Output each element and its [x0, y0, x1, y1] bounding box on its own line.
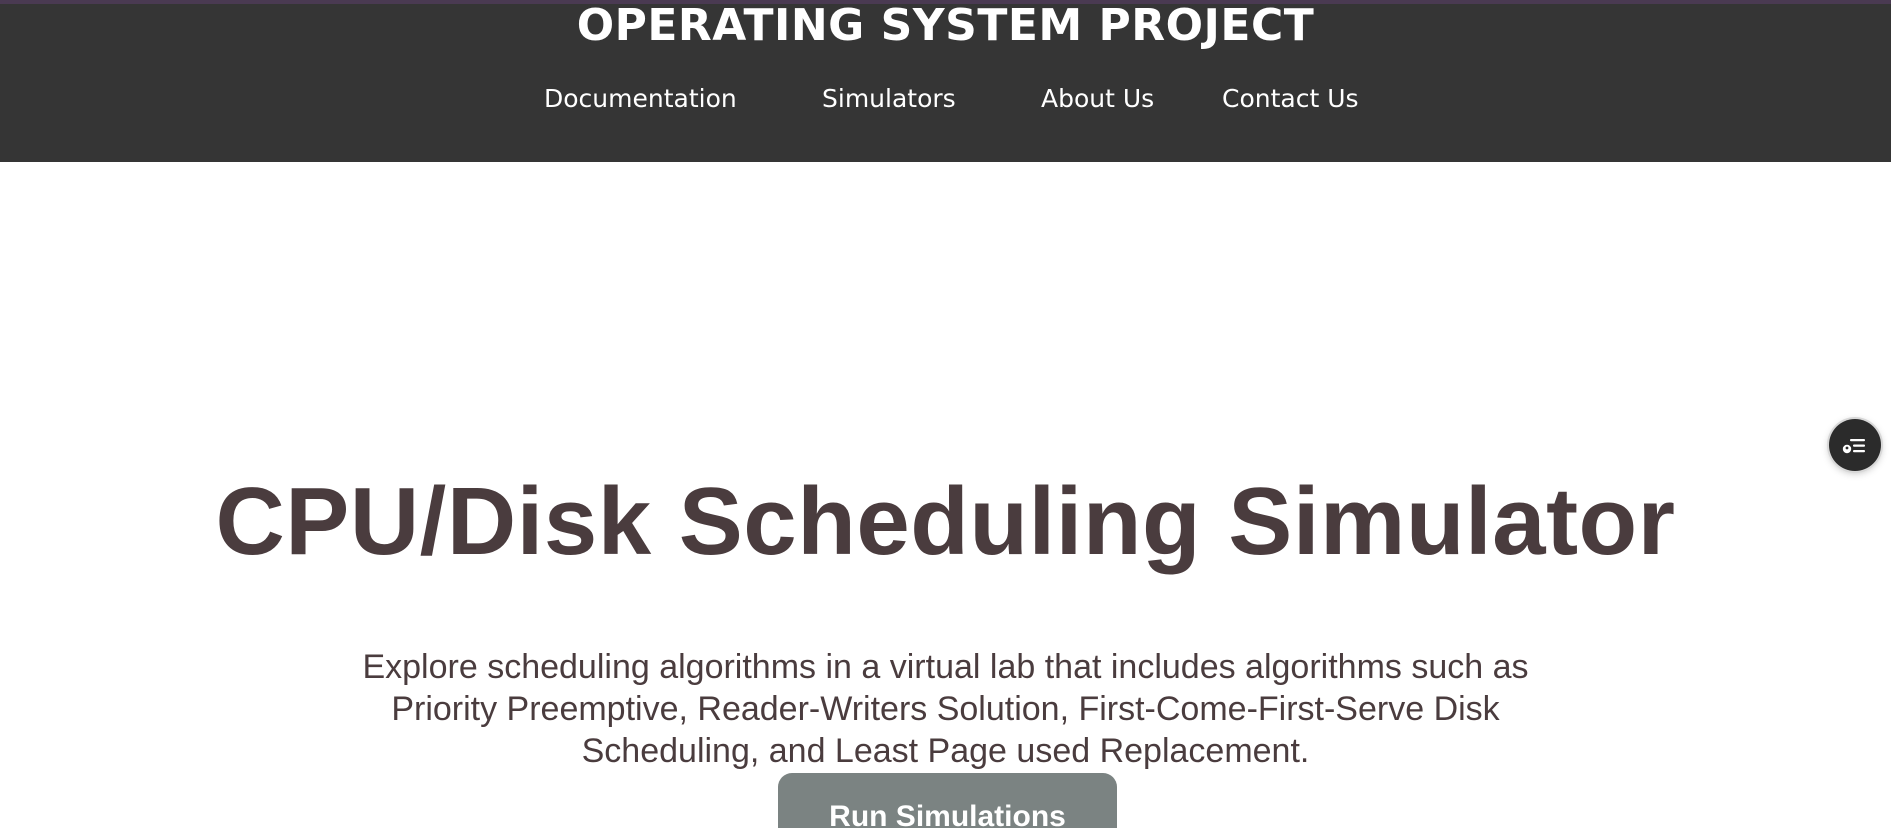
- nav-contact-us[interactable]: Contact Us: [1222, 82, 1359, 116]
- hero-description: Explore scheduling algorithms in a virtu…: [362, 648, 1529, 770]
- nav-documentation[interactable]: Documentation: [544, 82, 737, 116]
- site-header: OPERATING SYSTEM PROJECT Documentation S…: [0, 4, 1891, 162]
- nav-simulators[interactable]: Simulators: [822, 82, 956, 116]
- floating-widget-button[interactable]: [1829, 419, 1881, 471]
- hero-title: CPU/Disk Scheduling Simulator: [215, 468, 1676, 575]
- main-nav: Documentation Simulators About Us Contac…: [0, 82, 1891, 116]
- page: OPERATING SYSTEM PROJECT Documentation S…: [0, 0, 1891, 828]
- run-simulations-button[interactable]: Run Simulations: [778, 773, 1117, 828]
- user-list-icon: [1842, 439, 1865, 454]
- nav-about-us[interactable]: About Us: [1041, 82, 1154, 116]
- site-title: OPERATING SYSTEM PROJECT: [576, 0, 1315, 51]
